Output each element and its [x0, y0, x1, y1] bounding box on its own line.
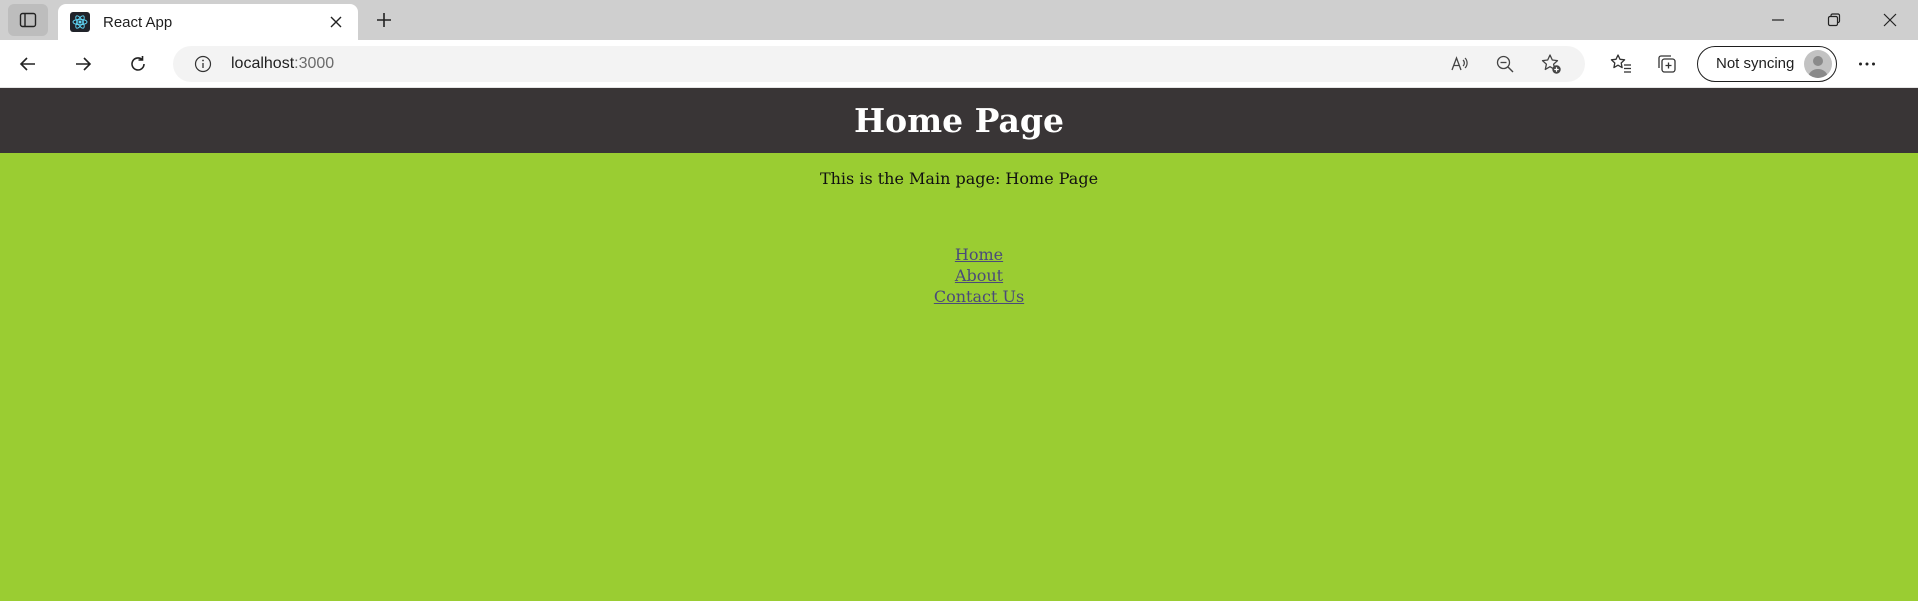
react-icon [70, 12, 90, 32]
address-bar[interactable]: localhost:3000 [173, 45, 1585, 82]
page-title: Home Page [854, 101, 1064, 140]
favorites-button[interactable] [1599, 46, 1643, 82]
zoom-button[interactable] [1485, 48, 1525, 80]
more-icon [1857, 54, 1877, 74]
forward-arrow-icon [73, 54, 93, 74]
nav-link-about[interactable]: About [955, 265, 1003, 286]
close-icon [329, 15, 343, 29]
browser-window: React App localhost:3000 Not syncing Hom… [0, 0, 1918, 601]
nav-link-home[interactable]: Home [955, 244, 1003, 265]
close-window-button[interactable] [1862, 0, 1918, 40]
close-tab-button[interactable] [324, 10, 348, 34]
read-aloud-icon [1449, 54, 1469, 74]
page-body: This is the Main page: Home Page Home Ab… [0, 153, 1918, 601]
new-tab-button[interactable] [366, 4, 402, 36]
refresh-button[interactable] [118, 46, 158, 82]
tab-strip: React App [0, 0, 1918, 40]
nav-link-contact-us[interactable]: Contact Us [934, 286, 1024, 307]
page-header: Home Page [0, 88, 1918, 153]
back-arrow-icon [18, 54, 38, 74]
toolbar-right: Not syncing [1599, 45, 1891, 82]
page-content: Home Page This is the Main page: Home Pa… [0, 88, 1918, 601]
site-info-button[interactable] [193, 54, 213, 74]
restore-button[interactable] [1806, 0, 1862, 40]
add-favorite-button[interactable] [1531, 48, 1571, 80]
profile-label: Not syncing [1716, 55, 1795, 72]
back-button[interactable] [8, 46, 48, 82]
url-port: :3000 [294, 54, 335, 72]
refresh-icon [128, 54, 148, 74]
read-aloud-button[interactable] [1439, 48, 1479, 80]
browser-toolbar: localhost:3000 Not syncing [0, 40, 1918, 88]
nav-links: Home About Contact Us [934, 244, 1024, 307]
close-icon [1883, 13, 1897, 27]
star-add-icon [1540, 53, 1562, 75]
tab-title: React App [103, 13, 173, 31]
url-host: localhost [231, 54, 295, 72]
favorites-icon [1610, 53, 1632, 75]
tab-actions-button[interactable] [8, 4, 48, 36]
forward-button[interactable] [63, 46, 103, 82]
zoom-out-icon [1495, 54, 1515, 74]
minimize-icon [1771, 13, 1785, 27]
restore-icon [1827, 13, 1841, 27]
collections-button[interactable] [1645, 46, 1689, 82]
avatar [1804, 49, 1833, 78]
window-controls [1750, 0, 1918, 40]
more-button[interactable] [1845, 46, 1889, 82]
collections-icon [1656, 53, 1678, 75]
info-icon [194, 55, 212, 73]
minimize-button[interactable] [1750, 0, 1806, 40]
tab-react-app[interactable]: React App [58, 4, 358, 40]
profile-button[interactable]: Not syncing [1697, 45, 1838, 82]
plus-icon [375, 11, 393, 29]
url-text[interactable]: localhost:3000 [231, 55, 1433, 73]
tab-actions-icon [19, 11, 37, 29]
main-text: This is the Main page: Home Page [819, 169, 1099, 188]
